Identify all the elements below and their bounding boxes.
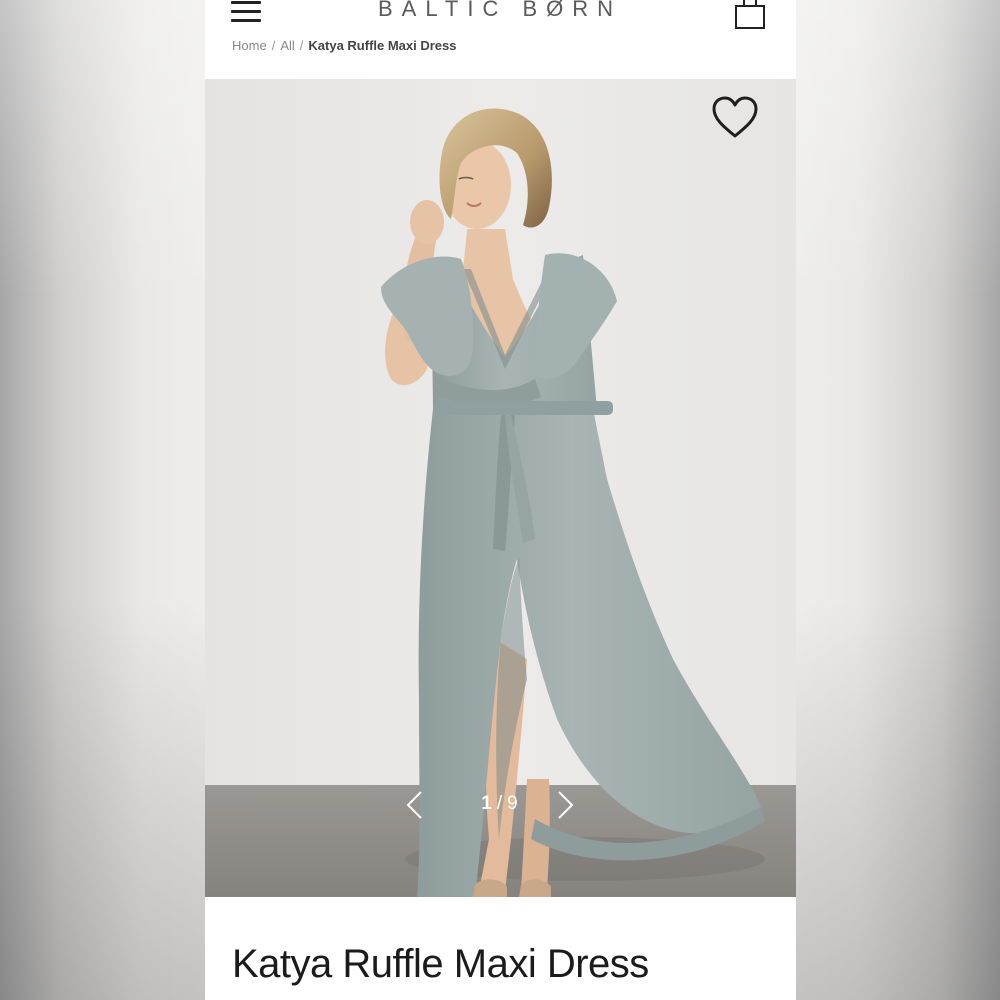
current-image-number: 1 bbox=[481, 793, 493, 814]
menu-bar-middle bbox=[231, 10, 261, 13]
breadcrumb-current: Katya Ruffle Maxi Dress bbox=[308, 38, 457, 53]
image-counter: 1/9 bbox=[460, 793, 540, 815]
hamburger-menu-icon[interactable] bbox=[231, 0, 263, 26]
dress-waist-tie bbox=[435, 401, 613, 415]
product-photo bbox=[205, 79, 796, 897]
breadcrumb-all[interactable]: All bbox=[280, 38, 294, 53]
menu-bar-bottom bbox=[231, 19, 261, 22]
breadcrumb-home[interactable]: Home bbox=[232, 38, 267, 53]
product-page: BALTIC BØRN Home / All / Katya Ruffle Maxi D… bbox=[205, 0, 796, 1000]
chevron-left-icon[interactable] bbox=[403, 790, 427, 820]
breadcrumb-separator: / bbox=[271, 38, 276, 53]
chevron-right-icon[interactable] bbox=[553, 790, 577, 820]
shopping-bag-icon[interactable] bbox=[733, 0, 767, 30]
carousel-pager: 1/9 bbox=[205, 784, 796, 824]
breadcrumb: Home / All / Katya Ruffle Maxi Dress bbox=[232, 38, 457, 54]
product-title: Katya Ruffle Maxi Dress bbox=[232, 942, 649, 986]
menu-bar-top bbox=[231, 1, 261, 4]
total-image-count: 9 bbox=[507, 793, 519, 814]
heart-outline-icon[interactable] bbox=[710, 95, 760, 141]
site-header: BALTIC BØRN bbox=[205, 0, 796, 40]
counter-separator: / bbox=[496, 793, 504, 814]
product-image-carousel[interactable]: 1/9 bbox=[205, 79, 796, 897]
breadcrumb-separator: / bbox=[299, 38, 304, 53]
brand-logo[interactable]: BALTIC BØRN bbox=[340, 0, 660, 22]
